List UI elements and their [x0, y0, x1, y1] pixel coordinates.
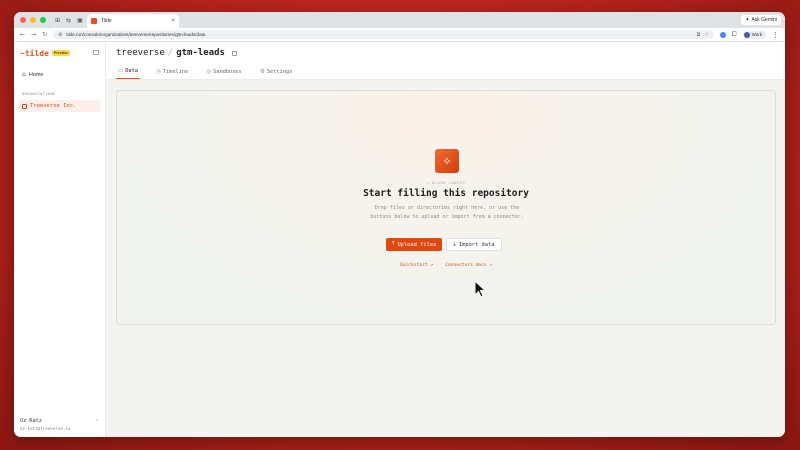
tab-title: Tilde: [101, 18, 112, 24]
tilde-favicon-icon: [91, 18, 97, 24]
tab-strip: ⊞ ⇆ ▣ Tilde × ✦ Ask Gemini: [14, 12, 785, 28]
gear-icon: ⚙: [259, 68, 265, 75]
doc-links: Quickstart ↗ Connectors docs ↗: [400, 263, 492, 268]
user-name: Oz Katz: [20, 418, 42, 424]
bookmark-star-icon[interactable]: ☆: [704, 32, 708, 38]
sidebar-item-treeverse[interactable]: Treeverse Inc.: [18, 100, 101, 112]
sandbox-icon: ◎: [206, 68, 212, 75]
sidebar: ~tilde Preview ⌂ Home ORGANIZATIONS Tree…: [14, 42, 106, 437]
sidebar-item-home[interactable]: ⌂ Home: [14, 68, 105, 81]
connectors-docs-link[interactable]: Connectors docs ↗: [445, 263, 492, 268]
profile-avatar: [743, 31, 750, 38]
breadcrumb-repo: gtm-leads: [176, 48, 225, 58]
extension-icon[interactable]: [719, 31, 726, 38]
profile-chip[interactable]: Work: [742, 30, 766, 39]
toolbar-right: ⧠ Work ⋮: [719, 30, 779, 39]
tab-timeline[interactable]: ◷ Timeline: [154, 65, 190, 79]
tab-settings[interactable]: ⚙ Settings: [258, 65, 294, 79]
empty-state-description: Drop files or directories right here, or…: [370, 205, 524, 220]
address-bar[interactable]: ⊜ tilde.run/console/organizations/treeve…: [53, 30, 714, 39]
empty-state-title: Start filling this repository: [363, 188, 529, 199]
ask-gemini-label: Ask Gemini: [751, 17, 777, 23]
url-text[interactable]: tilde.run/console/organizations/treevers…: [66, 32, 692, 37]
folder-icon: ▭: [118, 68, 124, 74]
repo-tabs: ▭ Data ◷ Timeline ◎ Sandboxes ⚙ Settings: [116, 65, 294, 79]
chevron-up-icon[interactable]: ⌃: [95, 419, 99, 425]
tab-label: Sandboxes: [213, 68, 242, 75]
window-controls: [20, 17, 46, 23]
user-menu[interactable]: Oz Katz oz.katz@treeverse.io ⌃: [20, 418, 99, 431]
building-icon: [22, 103, 27, 109]
tab-label: Timeline: [162, 68, 189, 75]
tilde-logo[interactable]: ~tilde: [20, 49, 49, 58]
browser-tab[interactable]: Tilde ×: [87, 14, 179, 28]
tab-label: Data: [125, 68, 138, 74]
minimize-window-button[interactable]: [30, 17, 36, 23]
close-window-button[interactable]: [20, 17, 26, 23]
brand: ~tilde Preview: [14, 42, 105, 58]
profile-label: Work: [751, 32, 762, 37]
tab-label: Settings: [266, 68, 293, 75]
sidebar-item-label: Treeverse Inc.: [30, 103, 77, 109]
sidebar-toggle-icon[interactable]: ▣: [77, 17, 83, 24]
tab-groups-icon[interactable]: ⊞: [55, 17, 60, 24]
user-email: oz.katz@treeverse.io: [20, 426, 71, 431]
forward-icon[interactable]: →: [31, 31, 36, 38]
extensions-puzzle-icon[interactable]: ⧠: [732, 31, 737, 39]
browser-window: ⊞ ⇆ ▣ Tilde × ✦ Ask Gemini ← → ↻ ⊜ tilde…: [14, 12, 785, 437]
browser-menu-icon[interactable]: ⋮: [772, 31, 779, 39]
empty-state-actions: ⤒ Upload files ⤓ Import data: [386, 238, 502, 251]
strip-icons: ⊞ ⇆ ▣: [55, 17, 83, 24]
quickstart-link[interactable]: Quickstart ↗: [400, 263, 433, 268]
reload-icon[interactable]: ↻: [42, 31, 47, 38]
main-content: treeverse / gtm-leads ▭ Data ◷ Timeline: [106, 42, 785, 437]
site-info-icon[interactable]: ⊜: [58, 32, 62, 38]
upload-files-label: Upload files: [397, 241, 437, 248]
empty-state-eyebrow: — BLANK CANVAS: [426, 181, 466, 185]
download-icon: ⤓: [453, 241, 456, 247]
preview-badge: Preview: [51, 50, 70, 56]
organizations-heading: ORGANIZATIONS: [22, 91, 56, 96]
tab-sandboxes[interactable]: ◎ Sandboxes: [204, 65, 244, 79]
sparkle-icon: ✧: [435, 149, 459, 173]
import-data-button[interactable]: ⤓ Import data: [446, 238, 502, 251]
copy-icon[interactable]: [231, 50, 237, 56]
maximize-window-button[interactable]: [40, 17, 46, 23]
breadcrumb-separator: /: [167, 48, 174, 58]
cast-icon[interactable]: ⧉: [697, 32, 701, 38]
upload-files-button[interactable]: ⤒ Upload files: [386, 238, 443, 251]
gemini-icon: ✦: [745, 17, 750, 23]
breadcrumb-org[interactable]: treeverse: [116, 48, 165, 58]
import-data-label: Import data: [458, 241, 495, 248]
tab-data[interactable]: ▭ Data: [116, 65, 140, 79]
mouse-pointer-icon: [474, 280, 486, 298]
upload-icon: ⤒: [392, 241, 395, 247]
repo-header: treeverse / gtm-leads ▭ Data ◷ Timeline: [106, 42, 785, 80]
ask-gemini-button[interactable]: ✦ Ask Gemini: [741, 15, 781, 25]
clock-icon: ◷: [155, 68, 161, 75]
file-dropzone[interactable]: ✧ — BLANK CANVAS Start filling this repo…: [116, 90, 776, 325]
app: ~tilde Preview ⌂ Home ORGANIZATIONS Tree…: [14, 42, 785, 437]
back-icon[interactable]: ←: [20, 31, 25, 38]
browser-toolbar: ← → ↻ ⊜ tilde.run/console/organizations/…: [14, 28, 785, 42]
sidebar-collapse-icon[interactable]: [93, 50, 99, 55]
home-icon: ⌂: [22, 71, 26, 78]
tab-close-icon[interactable]: ×: [171, 18, 175, 24]
tab-switch-icon[interactable]: ⇆: [66, 17, 71, 24]
breadcrumb: treeverse / gtm-leads: [116, 48, 237, 58]
sidebar-item-label: Home: [28, 71, 44, 78]
